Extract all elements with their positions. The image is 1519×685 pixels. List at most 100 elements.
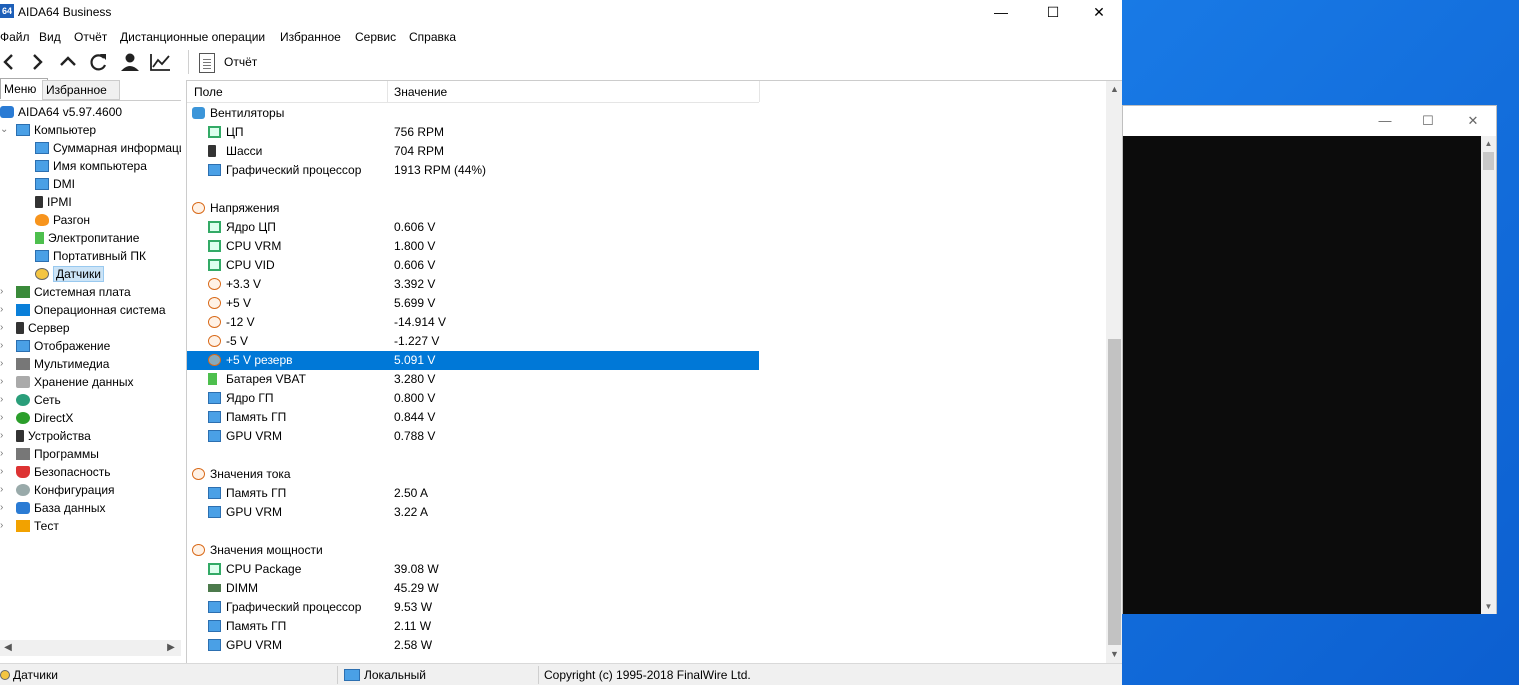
tree-item[interactable]: Разгон [35, 211, 90, 229]
tree-item[interactable]: DMI [35, 175, 75, 193]
tree-item[interactable]: Тест [16, 517, 59, 535]
sensor-row[interactable]: ЦП 756 RPM [187, 123, 759, 142]
scroll-thumb[interactable] [1108, 339, 1121, 645]
tree-item[interactable]: Сервер [16, 319, 70, 337]
sensor-group-header[interactable]: Вентиляторы [187, 104, 759, 123]
menu-report[interactable]: Отчёт [74, 30, 107, 44]
list-vertical-scrollbar[interactable]: ▲ ▼ [1106, 81, 1122, 663]
minimize-button[interactable]: — [978, 0, 1024, 24]
tree-item[interactable]: Электропитание [35, 229, 139, 247]
maximize-button[interactable]: ☐ [1030, 0, 1076, 24]
sensor-row[interactable]: Память ГП 2.11 W [187, 617, 759, 636]
scroll-up-icon[interactable]: ▲ [1481, 136, 1496, 151]
expand-icon[interactable]: › [0, 481, 8, 499]
expand-icon[interactable]: › [0, 409, 8, 427]
chart-icon[interactable] [148, 50, 174, 74]
tree-item[interactable]: База данных [16, 499, 105, 517]
tree-item[interactable]: Программы [16, 445, 99, 463]
tree-horizontal-scrollbar[interactable]: ◀ ▶ [0, 640, 181, 656]
console-maximize-button[interactable]: ☐ [1406, 109, 1450, 133]
scroll-right-icon[interactable]: ▶ [163, 640, 179, 656]
console-minimize-button[interactable]: — [1363, 109, 1407, 133]
sensor-row[interactable]: +3.3 V 3.392 V [187, 275, 759, 294]
title-bar[interactable]: 64 AIDA64 Business — ☐ ✕ [0, 0, 1122, 24]
menu-remote[interactable]: Дистанционные операции [120, 30, 265, 44]
sensor-row[interactable]: Графический процессор 9.53 W [187, 598, 759, 617]
sensor-row[interactable]: +5 V 5.699 V [187, 294, 759, 313]
expand-icon[interactable]: › [0, 319, 8, 337]
tree-item[interactable]: Хранение данных [16, 373, 134, 391]
expand-icon[interactable]: › [0, 427, 8, 445]
menu-help[interactable]: Справка [409, 30, 456, 44]
report-button-label[interactable]: Отчёт [224, 55, 257, 69]
tree-item[interactable]: Портативный ПК [35, 247, 146, 265]
sensor-row[interactable]: GPU VRM 3.22 A [187, 503, 759, 522]
console-close-button[interactable]: ✕ [1451, 109, 1495, 133]
menu-view[interactable]: Вид [39, 30, 61, 44]
tree-item[interactable]: Имя компьютера [35, 157, 147, 175]
tree-item[interactable]: DirectX [16, 409, 73, 427]
sensor-row[interactable]: -5 V -1.227 V [187, 332, 759, 351]
expand-icon[interactable]: › [0, 283, 8, 301]
tab-favorites[interactable]: Избранное [42, 80, 120, 100]
expand-icon[interactable]: › [0, 373, 8, 391]
sensor-row[interactable]: CPU Package 39.08 W [187, 560, 759, 579]
tree-item[interactable]: Отображение [16, 337, 110, 355]
sensor-row[interactable]: -12 V -14.914 V [187, 313, 759, 332]
column-value-header[interactable]: Значение [394, 85, 447, 99]
sensor-row[interactable]: GPU VRM 0.788 V [187, 427, 759, 446]
sensor-row[interactable]: Шасси 704 RPM [187, 142, 759, 161]
scroll-down-icon[interactable]: ▼ [1481, 599, 1496, 614]
expand-icon[interactable]: › [0, 517, 8, 535]
sensor-group-header[interactable]: Значения мощности [187, 541, 759, 560]
scroll-left-icon[interactable]: ◀ [0, 640, 16, 656]
forward-icon[interactable] [26, 50, 52, 74]
tree-item[interactable]: Суммарная информация [35, 139, 181, 157]
sensor-row[interactable]: Батарея VBAT 3.280 V [187, 370, 759, 389]
sensor-row[interactable]: GPU VRM 2.58 W [187, 636, 759, 655]
back-icon[interactable] [0, 50, 26, 74]
expand-icon[interactable]: › [0, 463, 8, 481]
sensor-row[interactable]: Графический процессор 1913 RPM (44%) [187, 161, 759, 180]
console-title-bar[interactable]: — ☐ ✕ [1123, 106, 1496, 136]
expand-icon[interactable]: › [0, 301, 8, 319]
sensor-row[interactable]: Ядро ГП 0.800 V [187, 389, 759, 408]
tree-item[interactable]: IPMI [35, 193, 72, 211]
refresh-icon[interactable] [86, 50, 112, 74]
menu-favorites[interactable]: Избранное [280, 30, 341, 44]
sensor-group-header[interactable]: Значения тока [187, 465, 759, 484]
console-area[interactable] [1123, 136, 1481, 614]
close-button[interactable]: ✕ [1076, 0, 1122, 24]
sensor-row[interactable]: DIMM 45.29 W [187, 579, 759, 598]
tree-item[interactable]: Операционная система [16, 301, 166, 319]
sensor-row[interactable]: Ядро ЦП 0.606 V [187, 218, 759, 237]
expand-icon[interactable]: › [0, 391, 8, 409]
tree-item[interactable]: Безопасность [16, 463, 111, 481]
tree-item[interactable]: Устройства [16, 427, 91, 445]
tree-item[interactable]: Датчики [35, 265, 104, 283]
tree-item[interactable]: Конфигурация [16, 481, 115, 499]
column-divider[interactable] [387, 81, 388, 102]
scroll-down-icon[interactable]: ▼ [1106, 646, 1122, 663]
sensor-row[interactable]: Память ГП 0.844 V [187, 408, 759, 427]
expand-icon[interactable]: › [0, 445, 8, 463]
tab-menu[interactable]: Меню [0, 78, 48, 99]
sensor-row[interactable]: Память ГП 2.50 A [187, 484, 759, 503]
tree-item[interactable]: Компьютер [16, 121, 96, 139]
menu-service[interactable]: Сервис [355, 30, 396, 44]
scroll-up-icon[interactable]: ▲ [1106, 81, 1122, 98]
report-icon[interactable] [199, 53, 215, 73]
sensor-row[interactable]: +5 V резерв 5.091 V [187, 351, 759, 370]
sensor-row[interactable]: CPU VRM 1.800 V [187, 237, 759, 256]
collapse-icon[interactable]: ⌄ [0, 121, 8, 139]
sensor-row[interactable]: CPU VID 0.606 V [187, 256, 759, 275]
console-scrollbar[interactable]: ▲ ▼ [1481, 136, 1496, 614]
expand-icon[interactable]: › [0, 499, 8, 517]
expand-icon[interactable]: › [0, 337, 8, 355]
expand-icon[interactable]: › [0, 355, 8, 373]
tree-item[interactable]: AIDA64 v5.97.4600 [0, 103, 122, 121]
tree-item[interactable]: Системная плата [16, 283, 131, 301]
sensor-group-header[interactable]: Напряжения [187, 199, 759, 218]
tree-item[interactable]: Сеть [16, 391, 61, 409]
tree-item[interactable]: Мультимедиа [16, 355, 109, 373]
